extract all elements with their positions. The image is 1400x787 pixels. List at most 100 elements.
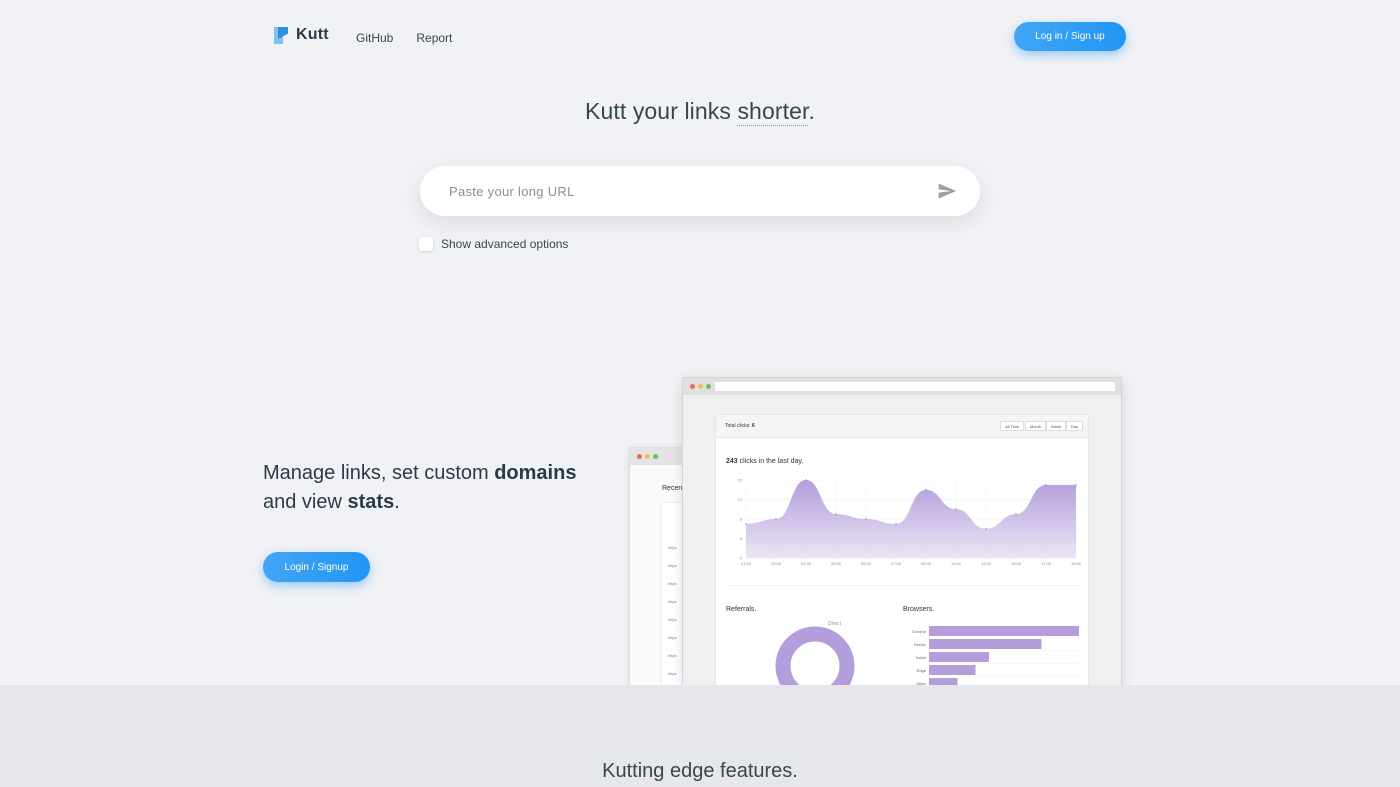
bar-category-label: Safari — [916, 655, 927, 660]
url-form — [420, 166, 980, 216]
advanced-options-label: Show advanced options — [441, 237, 569, 251]
feature-line1-text: Manage links, set custom — [263, 462, 495, 484]
feature-login-signup-button[interactable]: Login / Signup — [263, 552, 370, 582]
area-point — [895, 523, 897, 525]
hero-title-underlined-word: shorter — [737, 98, 809, 126]
bar-category-label: Edge — [917, 668, 927, 673]
browser-bar — [929, 626, 1079, 636]
link-row: https — [668, 599, 677, 604]
window-titlebar — [630, 448, 688, 465]
recent-label: Recen — [662, 485, 683, 492]
x-tick-label: 22:00 — [771, 561, 782, 566]
clicks-summary: 243 clicks in the last day. — [726, 458, 803, 465]
advanced-options-toggle[interactable]: Show advanced options — [419, 237, 568, 251]
features-title: Kutting edge features. — [602, 760, 798, 782]
advanced-options-checkbox[interactable] — [419, 237, 433, 251]
link-row: https — [668, 581, 677, 586]
window-maximize-dot — [653, 454, 658, 459]
referrals-label: Referrals. — [726, 606, 757, 613]
area-point — [805, 479, 807, 481]
hero-title: Kutt your links shorter. — [0, 98, 1400, 126]
hero-title-prefix: Kutt your links — [585, 98, 738, 124]
total-clicks-value: 6 — [751, 423, 755, 429]
donut-label: Direct — [828, 621, 842, 627]
x-tick-label: 17:00 — [1041, 561, 1052, 566]
bar-category-label: Chrome — [912, 629, 927, 634]
y-tick-label: 12 — [738, 497, 743, 502]
bar-category-label: Firefox — [914, 642, 926, 647]
area-point — [1015, 513, 1017, 515]
link-row: https — [668, 563, 677, 568]
link-row: https — [668, 653, 677, 658]
header: Kutt GitHub Report Log in / Sign up — [0, 0, 1400, 76]
feature-line2-suffix: . — [394, 491, 400, 513]
period-week: Week — [1046, 421, 1067, 431]
browsers-bar-chart: ChromeFirefoxSafariEdgeOther — [912, 626, 1079, 686]
area-point — [865, 518, 867, 520]
area-point — [925, 488, 927, 491]
window-titlebar — [683, 378, 1121, 395]
main-nav: GitHub Report — [356, 31, 452, 45]
period-day: Day — [1066, 421, 1084, 431]
y-tick-label: 8 — [740, 517, 743, 522]
area-point — [775, 518, 777, 520]
link-row: https — [668, 635, 677, 640]
browsers-label: Browsers. — [903, 606, 935, 613]
period-month: Month — [1025, 421, 1047, 431]
x-tick-label: 09:00 — [921, 561, 932, 566]
feature-line2-text: and view — [263, 491, 348, 513]
area-point — [955, 508, 957, 511]
x-tick-label: 21:00 — [741, 561, 752, 566]
referrals-donut-chart: Direct — [775, 621, 855, 686]
x-tick-label: 13:00 — [981, 561, 992, 566]
url-input[interactable] — [449, 183, 919, 199]
x-tick-label: 05:00 — [861, 561, 872, 566]
stats-card-body: 243 clicks in the last day. 0 4 8 12 16 21:00… — [715, 437, 1089, 686]
nav-github-link[interactable]: GitHub — [356, 31, 393, 45]
stats-card-header: Total clicks: 6 All Time Month Week Day — [715, 414, 1089, 438]
y-tick-label: 0 — [740, 556, 743, 561]
browser-bar — [929, 665, 976, 675]
window-maximize-dot — [706, 384, 711, 389]
area-point — [1075, 484, 1077, 486]
y-tick-label: 16 — [738, 478, 743, 483]
links-preview-window: Recen https https https https https http… — [629, 447, 689, 687]
total-clicks: Total clicks: 6 — [725, 423, 755, 429]
browser-bar — [929, 639, 1042, 649]
login-signup-button[interactable]: Log in / Sign up — [1014, 22, 1126, 51]
link-row: https — [668, 671, 677, 676]
area-point — [985, 527, 987, 530]
area-point — [1045, 484, 1047, 486]
logo-text: Kutt — [296, 26, 329, 43]
window-close-dot — [690, 384, 695, 389]
hero-title-suffix: . — [808, 98, 815, 124]
y-tick-label: 4 — [740, 536, 743, 541]
period-all-time: All Time — [1000, 421, 1025, 431]
link-row: https — [668, 617, 677, 622]
send-icon[interactable] — [937, 181, 957, 201]
total-clicks-label: Total clicks: — [725, 423, 752, 429]
clicks-area-chart: 0 4 8 12 16 21:00 22:00 01:00 03:00 05:00 07:00 09:… — [738, 478, 1082, 567]
donut-slice — [775, 626, 855, 686]
x-tick-label: 11:00 — [951, 561, 961, 566]
window-minimize-dot — [698, 384, 703, 389]
clicks-text: clicks in the last day. — [737, 458, 804, 465]
logo[interactable]: Kutt — [274, 26, 329, 44]
area-point — [835, 513, 837, 515]
feature-line2-bold: stats — [347, 491, 395, 513]
stats-preview-window: Total clicks: 6 All Time Month Week Day … — [682, 377, 1122, 687]
x-tick-label: 19:00 — [1071, 561, 1082, 566]
window-minimize-dot — [645, 454, 650, 459]
x-tick-label: 03:00 — [831, 561, 842, 566]
clicks-count: 243 — [726, 458, 738, 465]
kutt-logo-icon — [274, 26, 288, 44]
nav-report-link[interactable]: Report — [416, 31, 452, 45]
window-close-dot — [637, 454, 642, 459]
area-point — [745, 523, 747, 525]
feature-headline: Manage links, set custom domains and vie… — [263, 459, 576, 517]
clicks-area — [746, 480, 1076, 558]
chart-divider — [726, 585, 1080, 586]
x-tick-label: 07:00 — [891, 561, 902, 566]
x-tick-label: 15:00 — [1011, 561, 1022, 566]
x-tick-label: 01:00 — [801, 561, 812, 566]
